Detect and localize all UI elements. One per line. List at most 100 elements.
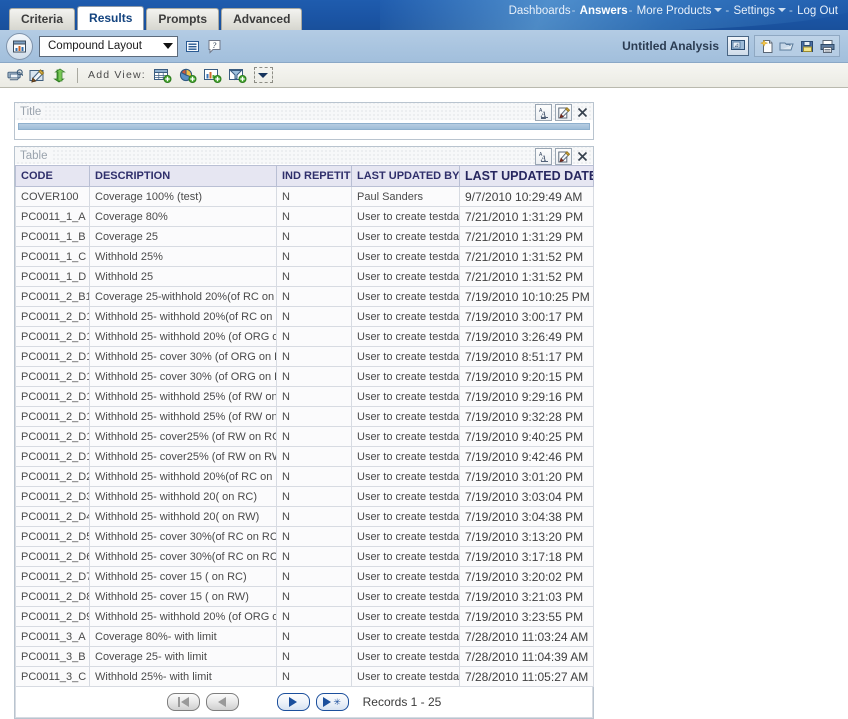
format-icon[interactable]: A A bbox=[535, 104, 552, 121]
cell-last-updated-by: Paul Sanders bbox=[351, 186, 460, 207]
first-page-icon[interactable] bbox=[166, 693, 200, 711]
nav-separator: - bbox=[725, 5, 730, 17]
analysis-toolbar: Compound Layout ? Untitled Analysis ⊿ bbox=[0, 30, 848, 63]
next-page-icon[interactable] bbox=[276, 693, 310, 711]
cell-ind-repetitive: N bbox=[276, 426, 352, 447]
nav-link-log-out[interactable]: Log Out bbox=[797, 5, 838, 17]
cell-description: Withhold 25- cover 30%(of RC on RC) bbox=[89, 526, 277, 547]
title-view-body[interactable] bbox=[15, 121, 593, 139]
cell-last-updated-date: 9/7/2010 10:29:49 AM bbox=[459, 186, 594, 207]
cell-last-updated-by: User to create testdata bbox=[351, 666, 460, 687]
format-icon[interactable]: A A bbox=[535, 148, 552, 165]
column-header-ind-repetitive[interactable]: IND REPETITIVE bbox=[276, 165, 352, 187]
table-row: PC0011_1_A Coverage 80% N User to create te… bbox=[15, 206, 594, 227]
add-chart-view-icon[interactable] bbox=[204, 67, 223, 83]
cell-code: PC0011_2_D2 bbox=[15, 466, 90, 487]
close-icon[interactable] bbox=[575, 149, 590, 164]
cell-last-updated-by: User to create testdata bbox=[351, 446, 460, 467]
chevron-down-icon[interactable] bbox=[778, 8, 787, 13]
cell-code: PC0011_1_C bbox=[15, 246, 90, 267]
svg-text:?: ? bbox=[212, 40, 217, 50]
compound-layout-icon[interactable] bbox=[6, 32, 33, 60]
column-header-code[interactable]: CODE bbox=[15, 165, 90, 187]
table-row: PC0011_2_D4 Withhold 25- withhold 20( on … bbox=[15, 506, 594, 527]
print-analysis-icon[interactable] bbox=[819, 38, 835, 54]
nav-link-settings[interactable]: Settings bbox=[733, 5, 775, 17]
cell-last-updated-date: 7/19/2010 3:04:38 PM bbox=[459, 506, 594, 527]
edit-formula-icon[interactable] bbox=[29, 67, 45, 83]
cell-code: PC0011_3_A bbox=[15, 626, 90, 647]
cell-code: PC0011_1_D bbox=[15, 266, 90, 287]
analysis-title: Untitled Analysis bbox=[622, 39, 719, 53]
table-row: PC0011_2_D7 Withhold 25- cover 15 ( on RC… bbox=[15, 566, 594, 587]
add-filter-view-icon[interactable] bbox=[229, 67, 248, 83]
nav-link-dashboards[interactable]: Dashboards bbox=[509, 5, 571, 17]
last-page-icon[interactable]: ✳ bbox=[315, 693, 349, 711]
cell-description: Withhold 25- withhold 20% (of ORG on RW) bbox=[89, 326, 277, 347]
panel-icon[interactable] bbox=[184, 38, 200, 54]
chevron-down-icon bbox=[163, 43, 173, 49]
column-header-description[interactable]: DESCRIPTION bbox=[89, 165, 277, 187]
cell-code: PC0011_2_D7 bbox=[15, 566, 90, 587]
cell-description: Coverage 25-withhold 20%(of RC on RC) bbox=[89, 286, 277, 307]
cell-ind-repetitive: N bbox=[276, 186, 352, 207]
add-table-view-icon[interactable] bbox=[154, 67, 173, 83]
tab-criteria[interactable]: Criteria bbox=[9, 8, 76, 30]
table-row: PC0011_2_D6 Withhold 25- cover 30%(of RC … bbox=[15, 546, 594, 567]
cell-code: PC0011_2_B1 bbox=[15, 286, 90, 307]
preview-icon[interactable]: ⊿ bbox=[727, 36, 749, 56]
cell-description: Coverage 80% bbox=[89, 206, 277, 227]
cell-ind-repetitive: N bbox=[276, 466, 352, 487]
cell-ind-repetitive: N bbox=[276, 606, 352, 627]
close-icon[interactable] bbox=[575, 105, 590, 120]
cell-ind-repetitive: N bbox=[276, 486, 352, 507]
cell-description: Withhold 25%- with limit bbox=[89, 666, 277, 687]
nav-link-answers[interactable]: Answers bbox=[580, 5, 628, 17]
save-analysis-icon[interactable] bbox=[799, 38, 815, 54]
edit-icon[interactable] bbox=[555, 148, 572, 165]
cell-description: Withhold 25- cover 15 ( on RC) bbox=[89, 566, 277, 587]
cell-ind-repetitive: N bbox=[276, 346, 352, 367]
cell-last-updated-by: User to create testdata bbox=[351, 526, 460, 547]
print-preview-icon[interactable] bbox=[7, 67, 23, 83]
column-header-last-updated-date[interactable]: LAST UPDATED DATE bbox=[459, 165, 594, 187]
edit-icon[interactable] bbox=[555, 104, 572, 121]
analysis-toolbar-right: Untitled Analysis ⊿ bbox=[622, 30, 840, 62]
refresh-icon[interactable] bbox=[51, 67, 67, 83]
cell-last-updated-by: User to create testdata bbox=[351, 406, 460, 427]
cell-description: Coverage 80%- with limit bbox=[89, 626, 277, 647]
global-nav: Dashboards- Answers- More Products - Sett… bbox=[509, 0, 838, 23]
table-pager: ✳ Records 1 - 25 bbox=[15, 687, 593, 718]
cell-code: PC0011_2_D9 bbox=[15, 606, 90, 627]
cell-last-updated-date: 7/19/2010 3:03:04 PM bbox=[459, 486, 594, 507]
more-views-icon[interactable] bbox=[253, 67, 273, 83]
cell-last-updated-by: User to create testdata bbox=[351, 306, 460, 327]
tab-results[interactable]: Results bbox=[77, 6, 145, 30]
add-pie-view-icon[interactable] bbox=[179, 67, 198, 83]
table-row: PC0011_2_D15Withhold 25- cover25% (of RW… bbox=[15, 426, 594, 447]
cell-description: Withhold 25- withhold 20% (of ORG on RC) bbox=[89, 606, 277, 627]
cell-last-updated-by: User to create testdata bbox=[351, 226, 460, 247]
tab-prompts[interactable]: Prompts bbox=[146, 8, 220, 30]
new-analysis-icon[interactable] bbox=[759, 38, 775, 54]
chevron-down-icon[interactable] bbox=[714, 8, 723, 13]
nav-separator: - bbox=[628, 5, 633, 17]
cell-last-updated-by: User to create testdata bbox=[351, 646, 460, 667]
cell-ind-repetitive: N bbox=[276, 566, 352, 587]
cell-last-updated-date: 7/19/2010 8:51:17 PM bbox=[459, 346, 594, 367]
column-header-last-updated-by[interactable]: LAST UPDATED BY bbox=[351, 165, 460, 187]
help-icon[interactable]: ? bbox=[206, 38, 222, 54]
cell-last-updated-date: 7/19/2010 9:40:25 PM bbox=[459, 426, 594, 447]
cell-ind-repetitive: N bbox=[276, 626, 352, 647]
layout-select[interactable]: Compound Layout bbox=[39, 35, 178, 57]
table-view-label: Table bbox=[15, 149, 51, 162]
cell-ind-repetitive: N bbox=[276, 586, 352, 607]
nav-link-more-products[interactable]: More Products bbox=[637, 5, 712, 17]
tab-advanced[interactable]: Advanced bbox=[221, 8, 303, 30]
cell-ind-repetitive: N bbox=[276, 666, 352, 687]
cell-description: Withhold 25- withhold 25% (of RW on RW) bbox=[89, 406, 277, 427]
cell-ind-repetitive: N bbox=[276, 546, 352, 567]
previous-page-icon[interactable] bbox=[205, 693, 239, 711]
cell-last-updated-date: 7/19/2010 3:26:49 PM bbox=[459, 326, 594, 347]
open-analysis-icon[interactable] bbox=[779, 38, 795, 54]
